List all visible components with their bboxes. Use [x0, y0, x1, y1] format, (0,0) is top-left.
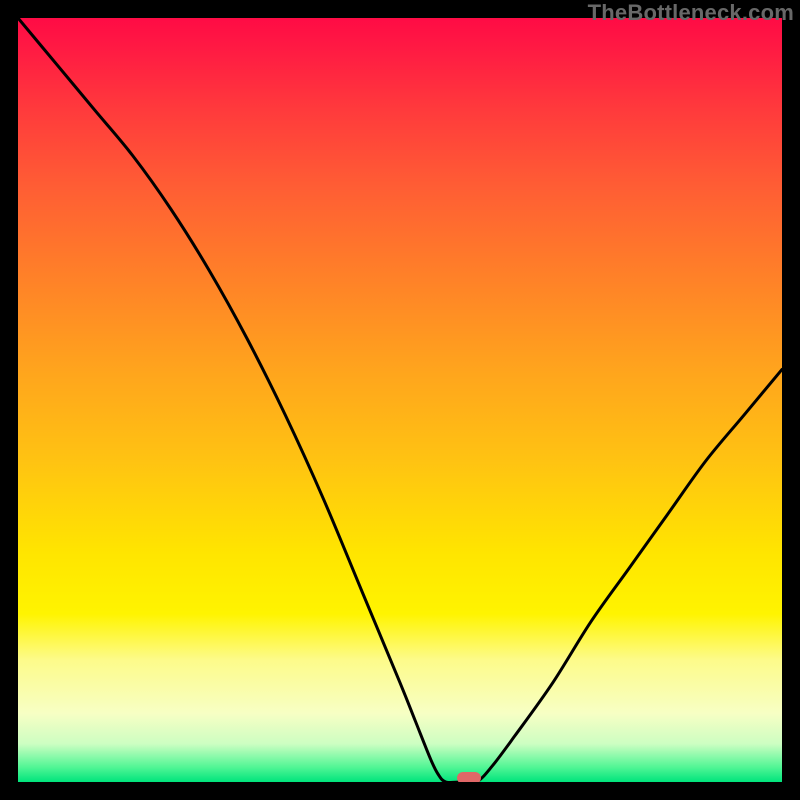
chart-frame: TheBottleneck.com	[0, 0, 800, 800]
plot-area	[18, 18, 782, 782]
watermark-text: TheBottleneck.com	[588, 0, 794, 26]
optimal-point-marker	[457, 772, 481, 782]
bottleneck-curve	[18, 18, 782, 782]
curve-svg	[18, 18, 782, 782]
